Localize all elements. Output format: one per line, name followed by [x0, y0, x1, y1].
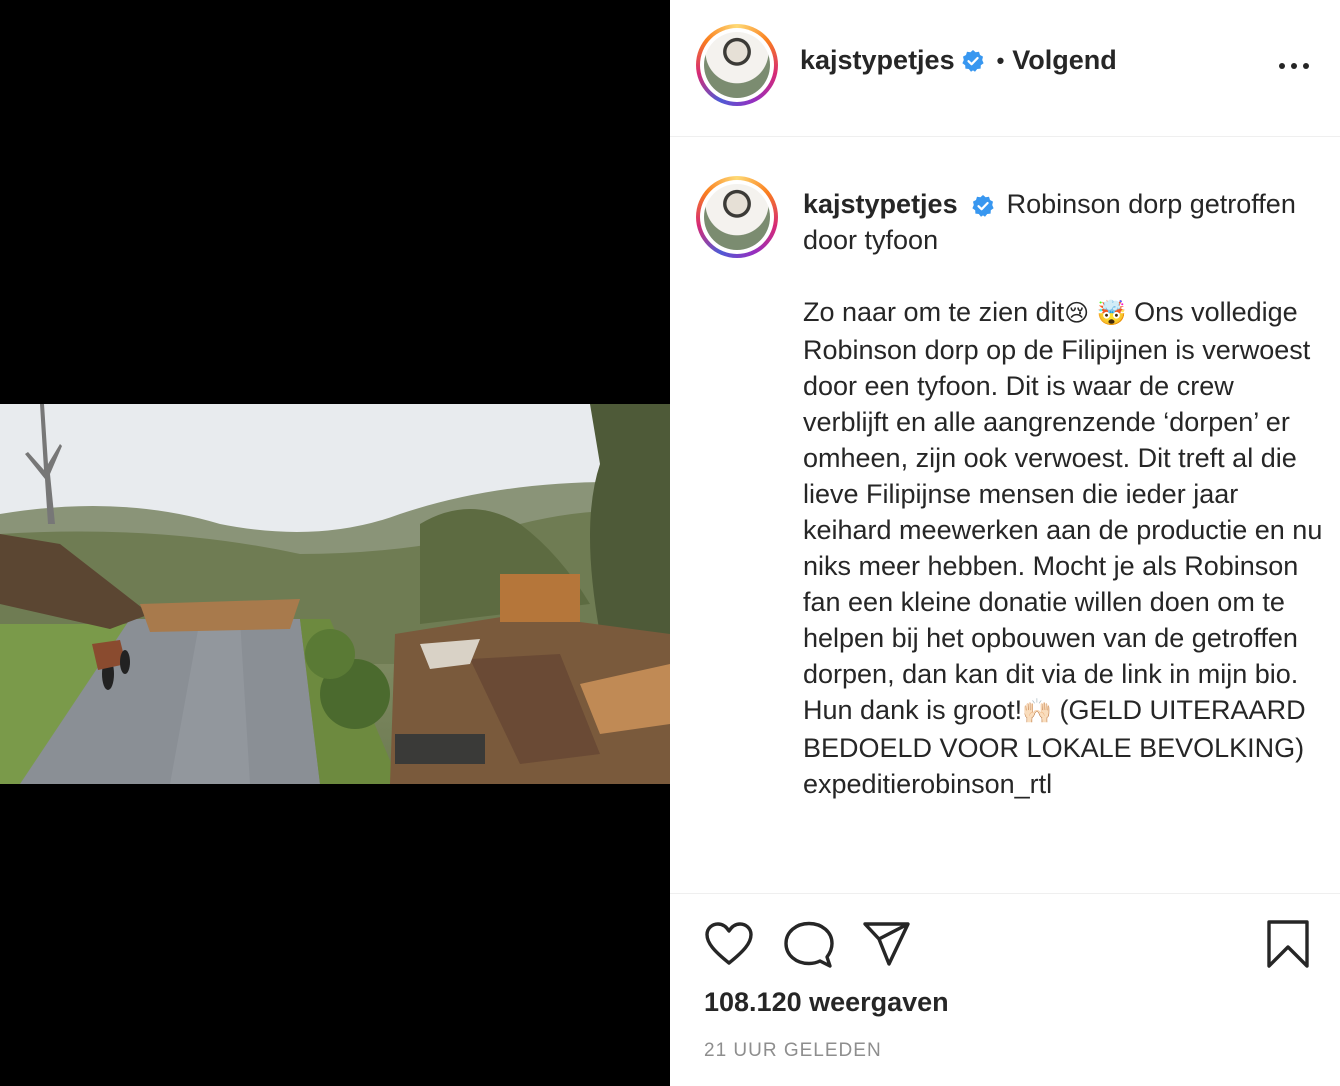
raising-hands-emoji: 🙌🏻 — [1022, 698, 1053, 725]
post-sidebar: kajstypetjes • Volgend kajstypetjes Robi… — [670, 0, 1340, 1086]
post-timestamp[interactable]: 21 UUR GELEDEN — [704, 1040, 882, 1062]
caption-username-link[interactable]: kajstypetjes — [803, 189, 958, 219]
more-options-icon[interactable] — [1276, 54, 1312, 78]
caption-text-1: Zo naar om te zien dit — [803, 297, 1065, 327]
follow-status-button[interactable]: Volgend — [1012, 45, 1117, 76]
post-media[interactable] — [0, 0, 670, 1086]
caption-avatar[interactable] — [696, 176, 778, 258]
post-header: kajstypetjes • Volgend — [670, 0, 1340, 137]
video-still-typhoon-damage — [0, 404, 670, 784]
header-username-link[interactable]: kajstypetjes — [800, 45, 955, 76]
caption-body: Zo naar om te zien dit😢 🤯 Ons volledige … — [803, 294, 1323, 802]
mention-link[interactable]: expeditierobinson_rtl — [803, 769, 1052, 799]
paper-plane-icon[interactable] — [862, 921, 912, 967]
comment-icon[interactable] — [784, 921, 834, 969]
avatar[interactable] — [696, 24, 778, 106]
crying-emoji: 😢 — [1064, 300, 1090, 327]
heart-icon[interactable] — [704, 921, 754, 967]
caption-text-2: Ons volledige Robinson dorp op de Filipi… — [803, 297, 1323, 725]
header-user-line: kajstypetjes • Volgend — [800, 45, 1117, 76]
separator-dot: • — [996, 47, 1005, 73]
exploding-head-emoji: 🤯 — [1096, 300, 1127, 327]
verified-badge-icon — [961, 49, 984, 72]
view-count[interactable]: 108.120 weergaven — [704, 987, 949, 1018]
post-caption: kajstypetjes Robinson dorp getroffen doo… — [803, 186, 1323, 802]
caption-section: kajstypetjes Robinson dorp getroffen doo… — [670, 138, 1340, 894]
video-player[interactable] — [0, 404, 670, 784]
action-bar: 108.120 weergaven 21 UUR GELEDEN — [670, 895, 1340, 1086]
verified-badge-icon — [972, 194, 994, 217]
bookmark-icon[interactable] — [1266, 919, 1310, 969]
